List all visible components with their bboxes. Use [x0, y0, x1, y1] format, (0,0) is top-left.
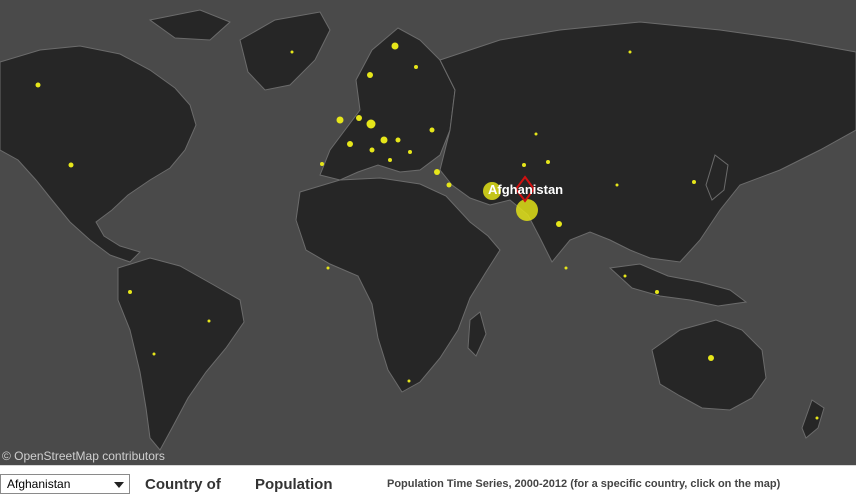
population-marker[interactable]: [556, 221, 562, 227]
population-marker[interactable]: [564, 266, 568, 270]
population-marker[interactable]: [395, 137, 401, 143]
population-marker[interactable]: [655, 290, 659, 294]
population-marker[interactable]: [546, 160, 550, 164]
north-america-landmass[interactable]: [0, 45, 197, 263]
country-heading: Country of: [145, 476, 221, 493]
population-marker[interactable]: [128, 290, 132, 294]
asia-landmass[interactable]: [439, 21, 856, 263]
population-marker[interactable]: [408, 150, 412, 154]
population-marker[interactable]: [708, 355, 714, 361]
bottom-panel: Afghanistan Country of Population Popula…: [0, 465, 856, 500]
population-marker[interactable]: [326, 266, 330, 270]
population-marker[interactable]: [692, 180, 696, 184]
time-series-title: Population Time Series, 2000-2012 (for a…: [387, 478, 781, 490]
population-marker[interactable]: [35, 82, 41, 88]
new-zealand-landmass[interactable]: [801, 399, 825, 439]
greenland-landmass[interactable]: [239, 11, 331, 91]
population-marker[interactable]: [815, 416, 819, 420]
population-marker[interactable]: [68, 162, 74, 168]
africa-landmass[interactable]: [295, 177, 501, 393]
map-attribution: © OpenStreetMap contributors: [2, 449, 165, 463]
population-marker[interactable]: [534, 132, 538, 136]
population-marker[interactable]: [336, 116, 344, 124]
population-marker[interactable]: [522, 163, 526, 167]
population-marker[interactable]: [391, 42, 399, 50]
europe-landmass[interactable]: [319, 27, 456, 181]
population-marker[interactable]: [446, 182, 452, 188]
population-marker[interactable]: [356, 115, 362, 121]
population-marker[interactable]: [615, 183, 619, 187]
map-canvas[interactable]: Afghanistan: [0, 0, 856, 465]
population-marker[interactable]: [407, 379, 411, 383]
population-marker-large[interactable]: [516, 199, 538, 221]
population-marker[interactable]: [388, 158, 392, 162]
arctic-islands-landmass[interactable]: [148, 9, 231, 41]
madagascar-landmass[interactable]: [467, 311, 487, 357]
population-marker[interactable]: [429, 127, 435, 133]
australia-landmass[interactable]: [651, 319, 767, 411]
chevron-down-icon[interactable]: [114, 482, 124, 488]
population-marker[interactable]: [207, 319, 211, 323]
population-marker[interactable]: [366, 119, 376, 129]
population-marker[interactable]: [380, 136, 388, 144]
population-marker[interactable]: [290, 50, 294, 54]
population-marker[interactable]: [347, 141, 353, 147]
selected-country-label: Afghanistan: [488, 182, 563, 197]
country-dropdown-value: Afghanistan: [7, 477, 71, 491]
south-america-landmass[interactable]: [117, 257, 245, 451]
population-marker[interactable]: [623, 274, 627, 278]
population-marker[interactable]: [320, 162, 324, 166]
population-marker[interactable]: [434, 169, 440, 175]
population-heading: Population: [255, 476, 333, 493]
population-marker[interactable]: [367, 72, 373, 78]
population-marker[interactable]: [369, 147, 375, 153]
population-marker[interactable]: [628, 50, 632, 54]
population-marker[interactable]: [152, 352, 156, 356]
country-dropdown[interactable]: Afghanistan: [0, 474, 130, 494]
world-map[interactable]: Afghanistan © OpenStreetMap contributors: [0, 0, 856, 465]
population-marker[interactable]: [414, 65, 418, 69]
indonesia-landmass[interactable]: [608, 263, 748, 307]
